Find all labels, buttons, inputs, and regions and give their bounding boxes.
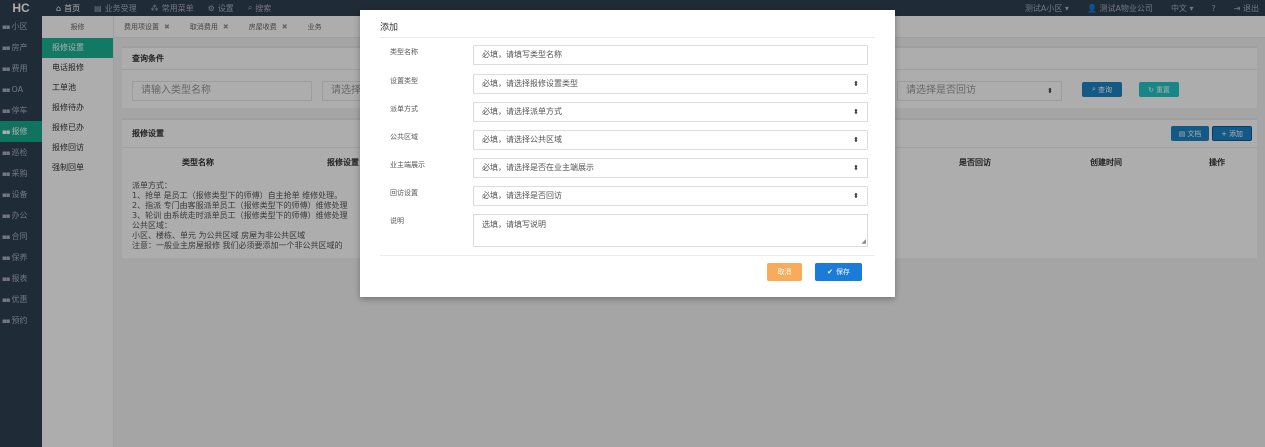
field-label: 公共区域 (390, 133, 418, 141)
form-row-owner-display: 业主端展示 必填，请选择是否在业主端展示 ⬍ (380, 158, 868, 178)
form-row-type-name: 类型名称 必填，请填写类型名称 (380, 45, 868, 65)
form-row-setting-type: 设置类型 必填，请选择报修设置类型 ⬍ (380, 74, 868, 94)
setting-type-select[interactable]: 必填，请选择报修设置类型 ⬍ (473, 74, 868, 94)
field-label: 设置类型 (390, 77, 418, 85)
form-row-dispatch-mode: 派单方式 必填，请选择派单方式 ⬍ (380, 102, 868, 122)
select-caret-icon: ⬍ (853, 136, 859, 144)
select-caret-icon: ⬍ (853, 80, 859, 88)
public-area-select[interactable]: 必填，请选择公共区域 ⬍ (473, 130, 868, 150)
type-name-field[interactable]: 必填，请填写类型名称 (473, 45, 868, 65)
field-label: 业主端展示 (390, 161, 425, 169)
modal-title: 添加 (380, 23, 399, 33)
check-icon: ✔ (827, 268, 833, 276)
divider (380, 255, 875, 256)
resize-handle-icon[interactable]: ◢ (861, 238, 866, 245)
divider (380, 37, 875, 38)
select-caret-icon: ⬍ (853, 192, 859, 200)
remark-textarea[interactable]: 选填，请填写说明 ◢ (473, 214, 868, 247)
select-caret-icon: ⬍ (853, 108, 859, 116)
add-modal: 添加 类型名称 必填，请填写类型名称 设置类型 必填，请选择报修设置类型 ⬍ 派单… (360, 10, 895, 297)
cancel-button[interactable]: 取消 (767, 263, 802, 281)
field-label: 类型名称 (390, 48, 418, 56)
owner-display-select[interactable]: 必填，请选择是否在业主端展示 ⬍ (473, 158, 868, 178)
field-label: 说明 (390, 217, 404, 225)
field-label: 回访设置 (390, 189, 418, 197)
return-visit-field[interactable]: 必填，请选择是否回访 ⬍ (473, 186, 868, 206)
field-label: 派单方式 (390, 105, 418, 113)
select-caret-icon: ⬍ (853, 164, 859, 172)
save-button[interactable]: ✔ 保存 (815, 263, 862, 281)
form-row-return-visit: 回访设置 必填，请选择是否回访 ⬍ (380, 186, 868, 206)
form-row-remark: 说明 选填，请填写说明 ◢ (380, 214, 868, 247)
form-row-public-area: 公共区域 必填，请选择公共区域 ⬍ (380, 130, 868, 150)
dispatch-mode-select[interactable]: 必填，请选择派单方式 ⬍ (473, 102, 868, 122)
